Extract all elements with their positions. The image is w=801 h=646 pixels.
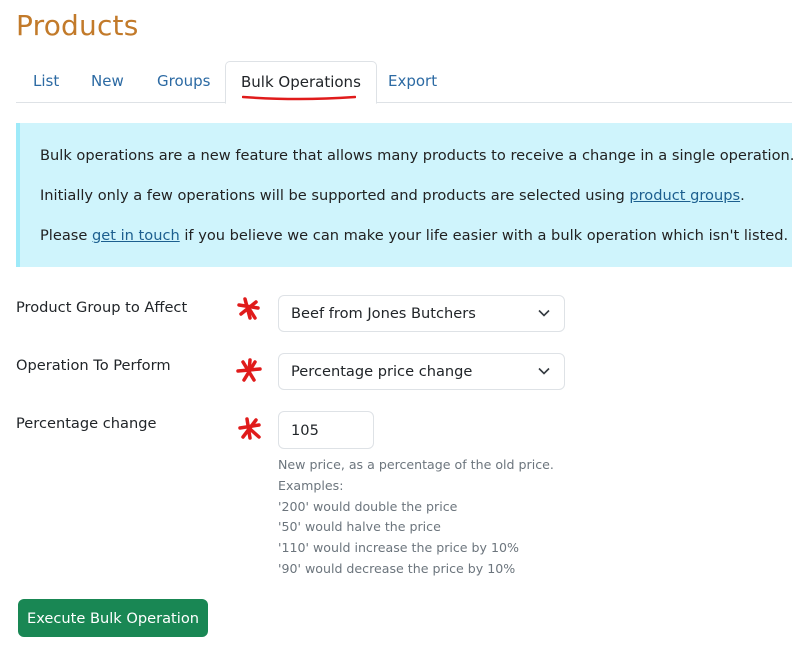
tab-list[interactable]: List <box>33 61 59 102</box>
chevron-down-icon <box>538 367 550 375</box>
tab-groups[interactable]: Groups <box>157 61 210 102</box>
tab-bar: List New Groups Bulk Operations Export <box>16 61 792 104</box>
percentage-help-text: New price, as a percentage of the old pr… <box>278 457 554 576</box>
operation-select[interactable]: Percentage price change <box>278 353 565 390</box>
info-alert: Bulk operations are a new feature that a… <box>16 123 795 267</box>
tab-new[interactable]: New <box>91 61 124 102</box>
percentage-label: Percentage change <box>16 415 157 432</box>
required-asterisk-icon <box>238 417 261 440</box>
required-asterisk-icon <box>236 358 262 382</box>
get-in-touch-link[interactable]: get in touch <box>92 227 180 244</box>
info-line-1: Bulk operations are a new feature that a… <box>40 147 795 164</box>
execute-bulk-operation-button[interactable]: Execute Bulk Operation <box>18 599 208 637</box>
percentage-input[interactable] <box>278 411 374 449</box>
product-group-label: Product Group to Affect <box>16 299 188 316</box>
red-underline-annotation <box>242 95 356 101</box>
operation-label: Operation To Perform <box>16 357 171 374</box>
page-title: Products <box>16 9 139 42</box>
chevron-down-icon <box>538 309 550 317</box>
product-groups-link[interactable]: product groups <box>629 187 740 204</box>
product-group-select[interactable]: Beef from Jones Butchers <box>278 295 565 332</box>
tab-export[interactable]: Export <box>388 61 437 102</box>
required-asterisk-icon <box>237 297 260 320</box>
info-line-3: Please get in touch if you believe we ca… <box>40 227 789 244</box>
info-line-2: Initially only a few operations will be … <box>40 187 745 204</box>
